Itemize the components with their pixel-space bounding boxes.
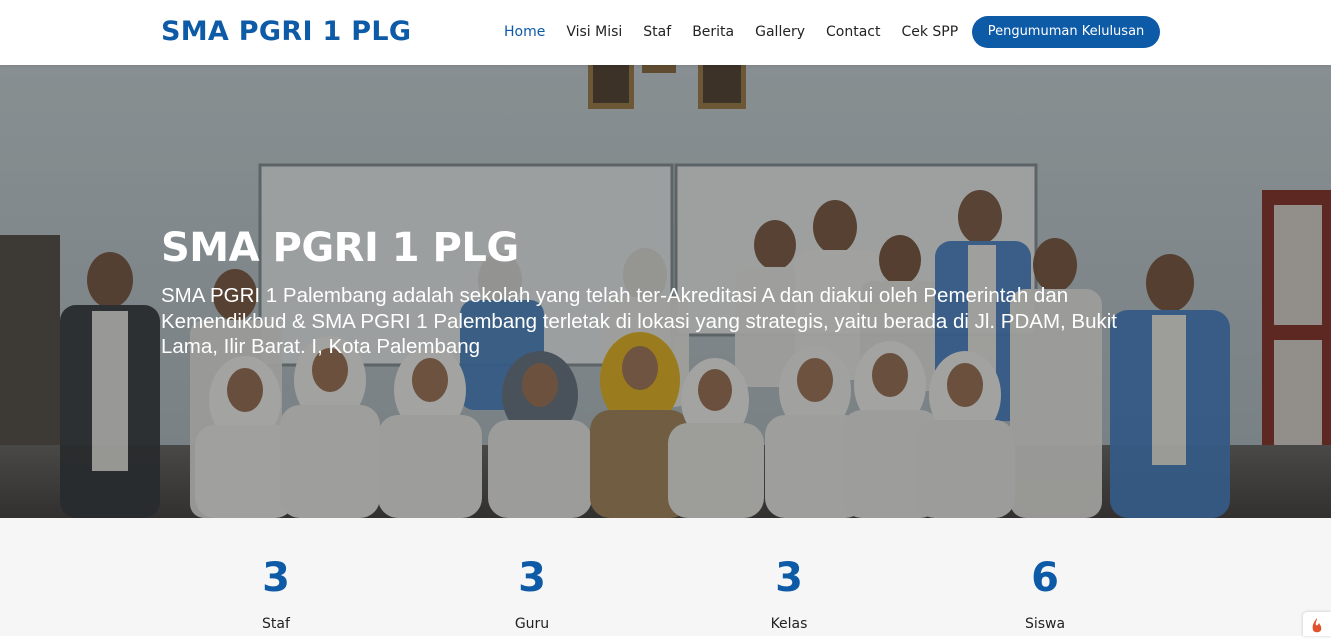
stat-siswa: 6 Siswa bbox=[965, 552, 1125, 634]
pengumuman-kelulusan-button[interactable]: Pengumuman Kelulusan bbox=[972, 16, 1160, 48]
nav-staf[interactable]: Staf bbox=[643, 22, 671, 42]
stat-kelas-value: 3 bbox=[775, 555, 803, 601]
corner-badge[interactable] bbox=[1303, 612, 1331, 636]
nav-gallery[interactable]: Gallery bbox=[755, 22, 805, 42]
stat-guru: 3 Guru bbox=[452, 552, 612, 634]
nav-berita[interactable]: Berita bbox=[692, 22, 734, 42]
nav-visi-misi[interactable]: Visi Misi bbox=[566, 22, 622, 42]
hero-description: SMA PGRI 1 Palembang adalah sekolah yang… bbox=[161, 284, 1117, 358]
nav-home[interactable]: Home bbox=[504, 22, 545, 42]
nav-cek-spp[interactable]: Cek SPP bbox=[901, 22, 958, 42]
stats-section: 3 Staf 3 Guru 3 Kelas 6 Siswa bbox=[0, 518, 1331, 636]
stat-staf-value: 3 bbox=[262, 555, 290, 601]
stat-siswa-label: Siswa bbox=[1024, 616, 1066, 632]
fire-icon bbox=[1312, 618, 1322, 633]
stat-kelas-label: Kelas bbox=[770, 616, 808, 632]
hero-section: SMA PGRI 1 PLG SMA PGRI 1 Palembang adal… bbox=[0, 65, 1331, 518]
nav-contact[interactable]: Contact bbox=[826, 22, 880, 42]
stat-siswa-value: 6 bbox=[1031, 555, 1059, 601]
stat-guru-label: Guru bbox=[514, 616, 550, 632]
main-nav: Home Visi Misi Staf Berita Gallery Conta… bbox=[504, 22, 979, 42]
stat-kelas: 3 Kelas bbox=[709, 552, 869, 634]
site-header: SMA PGRI 1 PLG Home Visi Misi Staf Berit… bbox=[0, 0, 1331, 65]
stat-staf: 3 Staf bbox=[196, 552, 356, 634]
stat-guru-value: 3 bbox=[518, 555, 546, 601]
hero-title: SMA PGRI 1 PLG bbox=[161, 225, 519, 271]
site-logo[interactable]: SMA PGRI 1 PLG bbox=[161, 14, 411, 50]
stat-staf-label: Staf bbox=[262, 616, 290, 632]
